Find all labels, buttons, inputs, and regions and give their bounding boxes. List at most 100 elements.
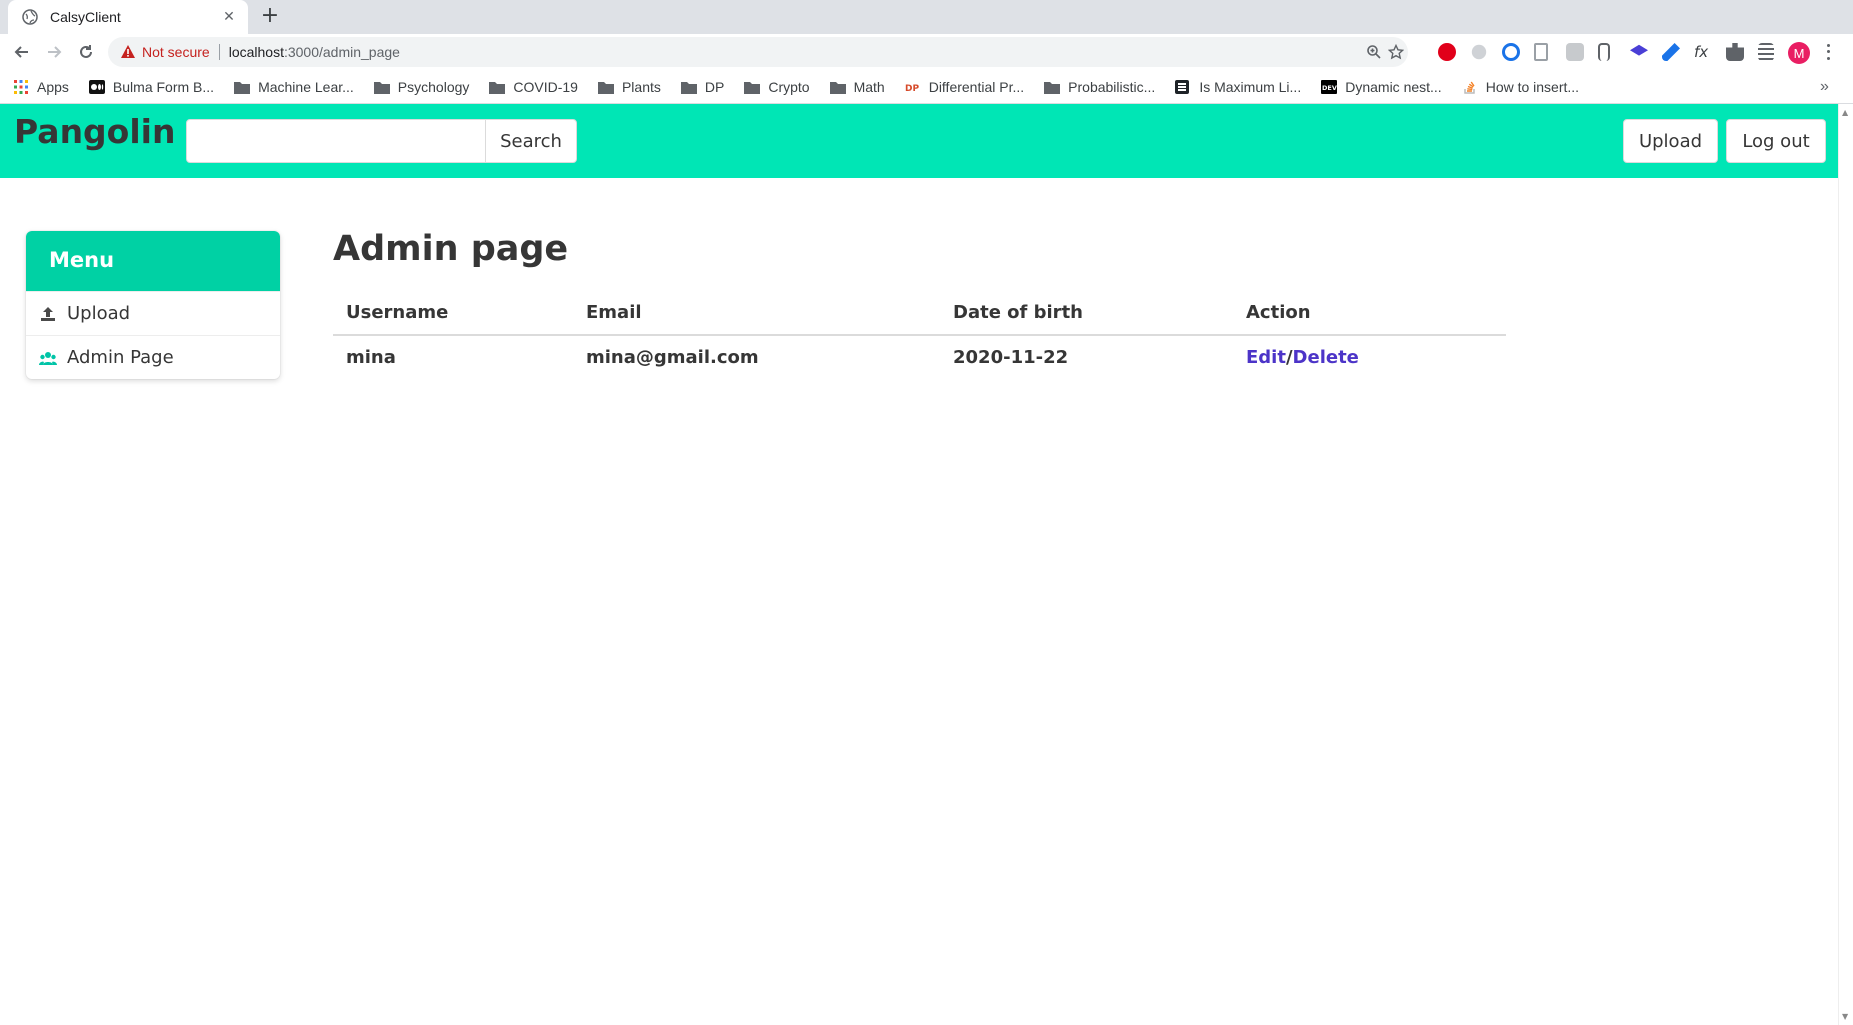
apps-grid-icon bbox=[13, 79, 29, 94]
bookmark-label: Psychology bbox=[397, 78, 470, 95]
page-viewport: Pangolin Search Upload Log out Menu Uplo… bbox=[0, 104, 1838, 1025]
bookmark-item[interactable]: Crypto bbox=[744, 78, 810, 95]
brand-logo[interactable]: Pangolin bbox=[14, 112, 175, 151]
bookmark-label: Apps bbox=[37, 78, 69, 95]
bookmarks-bar: Apps Bulma Form B... Machine Lear... Psycho… bbox=[0, 70, 1853, 104]
new-tab-button[interactable]: + bbox=[258, 5, 282, 29]
edit-link[interactable]: Edit bbox=[1246, 347, 1286, 368]
scroll-up-icon[interactable]: ▲ bbox=[1842, 108, 1848, 117]
folder-icon bbox=[373, 80, 390, 94]
menu-item-upload[interactable]: Upload bbox=[26, 291, 280, 335]
forward-button[interactable] bbox=[42, 40, 66, 64]
omnibox-separator bbox=[218, 44, 220, 60]
extension-graduation-cap-icon[interactable] bbox=[1630, 44, 1648, 56]
extension-formula-icon[interactable]: fx bbox=[1694, 43, 1712, 61]
folder-icon bbox=[829, 80, 846, 94]
forward-arrow-icon bbox=[48, 46, 62, 58]
search-input[interactable] bbox=[186, 119, 486, 163]
svg-text:DEV: DEV bbox=[1322, 84, 1337, 92]
folder-icon bbox=[744, 80, 761, 94]
bookmark-item[interactable]: Is Maximum Li... bbox=[1175, 79, 1301, 95]
adblock-extension-icon[interactable] bbox=[1438, 43, 1456, 61]
zoom-icon[interactable] bbox=[1366, 44, 1382, 60]
url-path: :3000/admin_page bbox=[283, 44, 400, 60]
extension-gray-icon[interactable] bbox=[1471, 44, 1487, 60]
svg-text:DP: DP bbox=[905, 84, 919, 94]
bookmark-label: Plants bbox=[621, 78, 661, 95]
bookmark-label: Is Maximum Li... bbox=[1199, 78, 1302, 95]
bookmark-label: Math bbox=[853, 78, 885, 95]
tab-close-icon[interactable]: ✕ bbox=[220, 9, 238, 25]
bookmark-label: Machine Lear... bbox=[258, 78, 354, 95]
extension-highlighter-icon[interactable] bbox=[1662, 43, 1680, 61]
upload-icon bbox=[41, 306, 55, 321]
column-header-email: Email bbox=[573, 291, 940, 336]
medium-icon bbox=[88, 79, 105, 94]
bookmark-item[interactable]: DP Differential Pr... bbox=[905, 79, 1024, 95]
action-separator: / bbox=[1285, 347, 1293, 368]
bookmark-label: How to insert... bbox=[1485, 78, 1580, 95]
folder-icon bbox=[1044, 80, 1061, 94]
tab-title: CalsyClient bbox=[50, 9, 121, 25]
bookmark-item[interactable]: Psychology bbox=[373, 78, 470, 95]
menu-item-label: Admin Page bbox=[67, 347, 174, 368]
extension-bookmark-icon[interactable] bbox=[1598, 43, 1610, 61]
bookmark-item[interactable]: How to insert... bbox=[1462, 79, 1579, 95]
table-row: mina mina@gmail.com 2020-11-22 Edit/Dele… bbox=[333, 335, 1506, 379]
upload-button[interactable]: Upload bbox=[1623, 119, 1718, 163]
folder-icon bbox=[489, 80, 506, 94]
folder-icon bbox=[597, 80, 614, 94]
bookmark-item[interactable]: Probabilistic... bbox=[1044, 79, 1155, 95]
column-header-action: Action bbox=[1233, 291, 1506, 336]
bookmark-label: COVID-19 bbox=[513, 78, 578, 95]
menu-item-label: Upload bbox=[67, 303, 131, 324]
bookmark-label: DP bbox=[704, 78, 725, 95]
folder-icon bbox=[680, 80, 697, 94]
extension-translate-icon[interactable] bbox=[1566, 43, 1584, 61]
menu-title: Menu bbox=[26, 231, 280, 291]
scroll-down-icon[interactable]: ▼ bbox=[1842, 1012, 1848, 1021]
back-button[interactable] bbox=[10, 40, 34, 64]
app-navbar: Pangolin Search Upload Log out bbox=[0, 104, 1838, 178]
browser-tab[interactable]: CalsyClient ✕ bbox=[8, 0, 248, 34]
column-header-dob: Date of birth bbox=[940, 291, 1233, 336]
warning-icon bbox=[121, 45, 135, 58]
main-content: Admin page Username Email Date of birth … bbox=[333, 229, 1506, 368]
browser-toolbar: Not secure localhost:3000/admin_page fx … bbox=[0, 34, 1853, 70]
profile-avatar[interactable]: M bbox=[1788, 42, 1810, 64]
globe-icon bbox=[22, 9, 38, 25]
bookmark-item[interactable]: DEV Dynamic nest... bbox=[1321, 79, 1442, 95]
address-bar[interactable]: Not secure localhost:3000/admin_page bbox=[108, 37, 1408, 67]
bookmark-item[interactable]: Math bbox=[829, 78, 885, 95]
stackexchange-icon bbox=[1175, 79, 1191, 94]
search-button[interactable]: Search bbox=[485, 119, 577, 163]
browser-menu-icon[interactable] bbox=[1824, 42, 1832, 62]
reading-list-icon[interactable] bbox=[1758, 43, 1774, 61]
bookmarks-overflow-button[interactable]: » bbox=[1820, 78, 1829, 96]
back-arrow-icon bbox=[14, 46, 28, 58]
not-secure-label[interactable]: Not secure bbox=[142, 44, 210, 60]
bookmark-item[interactable]: Apps bbox=[13, 79, 69, 95]
reload-button[interactable] bbox=[74, 40, 98, 64]
bookmark-star-icon[interactable] bbox=[1388, 44, 1404, 60]
bookmark-item[interactable]: COVID-19 bbox=[489, 79, 578, 95]
cell-action: Edit/Delete bbox=[1233, 335, 1506, 379]
bookmark-item[interactable]: Machine Lear... bbox=[234, 79, 354, 95]
bookmark-label: Probabilistic... bbox=[1068, 78, 1156, 95]
url-host: localhost bbox=[228, 44, 284, 60]
menu-item-admin-page[interactable]: Admin Page bbox=[26, 335, 280, 379]
bookmark-item[interactable]: Bulma Form B... bbox=[88, 79, 214, 95]
page-scrollbar[interactable]: ▲ ▼ bbox=[1838, 104, 1853, 1025]
bookmark-label: Differential Pr... bbox=[928, 78, 1025, 95]
extension-doc-icon[interactable] bbox=[1534, 43, 1548, 61]
delete-link[interactable]: Delete bbox=[1293, 347, 1359, 368]
bookmark-item[interactable]: Plants bbox=[597, 78, 661, 95]
users-table: Username Email Date of birth Action mina… bbox=[333, 291, 1506, 379]
extension-blue-ring-icon[interactable] bbox=[1502, 43, 1520, 61]
logout-button[interactable]: Log out bbox=[1726, 119, 1826, 163]
bookmark-item[interactable]: DP bbox=[680, 78, 725, 95]
extensions-puzzle-icon[interactable] bbox=[1726, 43, 1744, 61]
column-header-username: Username bbox=[333, 291, 573, 336]
cell-username: mina bbox=[346, 347, 396, 368]
bookmark-label: Crypto bbox=[768, 78, 810, 95]
